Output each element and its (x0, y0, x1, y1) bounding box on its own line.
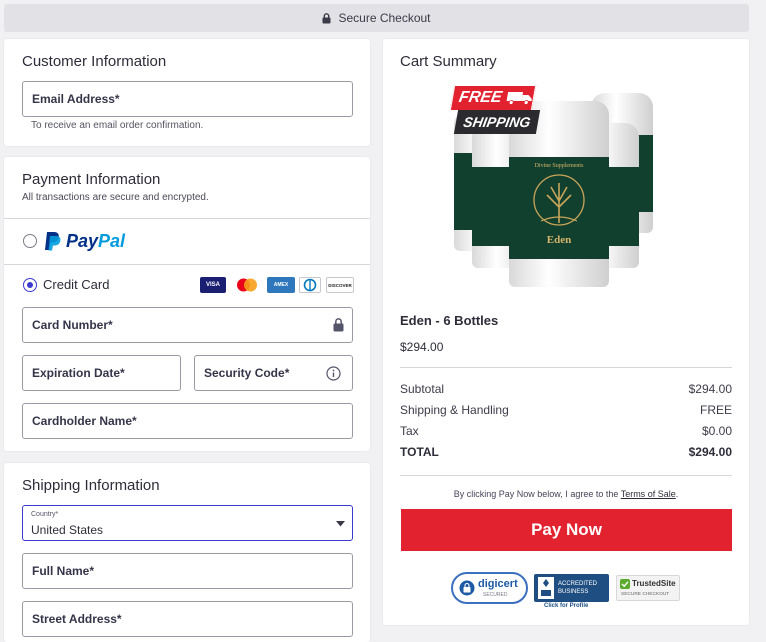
email-field[interactable]: Email Address* (22, 81, 353, 117)
paypal-option[interactable]: PayPal (4, 219, 370, 263)
summary-row-total: TOTAL $294.00 (400, 445, 732, 459)
bbb-torch-icon (538, 577, 554, 599)
credit-card-label: Credit Card (43, 277, 110, 292)
digicert-badge[interactable]: digicert SECURED (451, 572, 528, 604)
bbb-line1: ACCREDITED (558, 581, 598, 587)
subtotal-label: Subtotal (400, 382, 445, 396)
total-value: $294.00 (688, 445, 732, 459)
lock-icon (322, 12, 331, 23)
tree-emblem-icon (533, 174, 585, 226)
customer-information-heading: Customer Information (22, 53, 167, 70)
expiration-date-label: Expiration Date* (32, 366, 125, 380)
card-number-field[interactable]: Card Number* (22, 307, 353, 343)
shipping-badge: SHIPPING (453, 110, 541, 134)
terms-suffix: . (675, 489, 679, 499)
terms-prefix: By clicking Pay Now below, I agree to th… (453, 489, 621, 499)
visa-icon: VISA (200, 277, 226, 293)
secure-checkout-label: Secure Checkout (338, 11, 431, 25)
bbb-badge[interactable]: ACCREDITED BUSINESS Click for Profile (534, 574, 609, 612)
shipping-badge-text: SHIPPING (462, 114, 532, 130)
bottle-name: Eden (546, 233, 572, 246)
credit-card-option[interactable]: Credit Card VISA AMEX DISCOVER (4, 265, 370, 303)
payment-information-card: Payment Information All transactions are… (4, 157, 370, 451)
cardholder-name-label: Cardholder Name* (32, 414, 137, 428)
trustedsite-sub: SECURE CHECKOUT (621, 592, 670, 597)
paypal-logo-icon (45, 232, 61, 251)
product-price: $294.00 (400, 340, 444, 354)
payment-information-heading: Payment Information (22, 171, 161, 188)
email-hint: To receive an email order confirmation. (31, 120, 204, 131)
expiration-date-field[interactable]: Expiration Date* (22, 355, 181, 391)
digicert-label: digicert (478, 578, 518, 590)
tax-value: $0.00 (701, 424, 732, 438)
full-name-field[interactable]: Full Name* (22, 553, 353, 589)
cart-summary-heading: Cart Summary (400, 53, 497, 70)
chevron-down-icon (336, 521, 345, 527)
terms-notice: By clicking Pay Now below, I agree to th… (400, 489, 732, 499)
shipping-information-heading: Shipping Information (22, 477, 160, 494)
email-field-label: Email Address* (32, 92, 120, 106)
discover-icon: DISCOVER (326, 277, 354, 293)
summary-row-tax: Tax $0.00 (400, 424, 732, 438)
mastercard-icon (232, 277, 262, 293)
truck-icon (506, 92, 532, 105)
country-select[interactable]: Country* United States (22, 505, 353, 541)
country-select-value: United States (31, 523, 104, 537)
digicert-sub: SECURED (483, 592, 508, 598)
shipping-label: Shipping & Handling (400, 403, 509, 417)
bbb-profile-link[interactable]: Click for Profile (544, 603, 588, 609)
shipping-information-card: Shipping Information Country* United Sta… (4, 463, 370, 642)
lock-icon (333, 318, 344, 332)
diners-club-icon (299, 277, 321, 293)
paypal-wordmark-pay: Pay (66, 231, 99, 251)
summary-row-shipping: Shipping & Handling FREE (400, 403, 732, 417)
cart-summary-card: Cart Summary Divine Supplements Eden FRE… (383, 39, 749, 625)
cardholder-name-field[interactable]: Cardholder Name* (22, 403, 353, 439)
pay-now-button[interactable]: Pay Now (401, 509, 732, 551)
customer-information-card: Customer Information Email Address* To r… (4, 39, 370, 146)
security-code-label: Security Code* (204, 366, 290, 380)
total-label: TOTAL (400, 445, 439, 459)
product-name: Eden - 6 Bottles (400, 313, 499, 328)
check-icon (620, 579, 630, 589)
street-address-label: Street Address* (32, 612, 122, 626)
tax-label: Tax (400, 424, 419, 438)
street-address-field[interactable]: Street Address* (22, 601, 353, 637)
product-image: Divine Supplements Eden FREE SHIPPING (448, 83, 686, 293)
trustedsite-title: TrustedSite (632, 579, 676, 588)
subtotal-value: $294.00 (688, 382, 732, 396)
free-shipping-badge: FREE SHIPPING (448, 83, 541, 137)
digicert-lock-icon (459, 580, 475, 596)
card-number-label: Card Number* (32, 318, 113, 332)
security-code-field[interactable]: Security Code* (194, 355, 353, 391)
paypal-wordmark-pal: Pal (98, 231, 126, 251)
free-badge-text: FREE (457, 89, 504, 106)
payment-subheading: All transactions are secure and encrypte… (22, 192, 209, 203)
full-name-label: Full Name* (32, 564, 95, 578)
free-badge: FREE (449, 85, 537, 111)
shipping-value: FREE (699, 403, 732, 417)
country-select-label: Country* (31, 511, 59, 518)
terms-of-sale-link[interactable]: Terms of Sale (621, 489, 676, 499)
trustedsite-badge[interactable]: TrustedSite SECURE CHECKOUT (616, 575, 680, 601)
secure-checkout-bar: Secure Checkout (4, 4, 749, 32)
summary-divider-bottom (400, 475, 732, 476)
bottle-brand: Divine Supplements (534, 162, 584, 169)
bbb-line2: BUSINESS (558, 589, 589, 595)
amex-icon: AMEX (267, 277, 295, 293)
paypal-radio[interactable] (23, 234, 37, 248)
credit-card-radio[interactable] (23, 278, 37, 292)
bbb-badge-body: ACCREDITED BUSINESS (534, 574, 609, 602)
summary-divider-top (400, 367, 732, 368)
summary-row-subtotal: Subtotal $294.00 (400, 382, 732, 396)
info-icon[interactable] (326, 366, 341, 381)
paypal-wordmark: PayPal (66, 231, 125, 252)
